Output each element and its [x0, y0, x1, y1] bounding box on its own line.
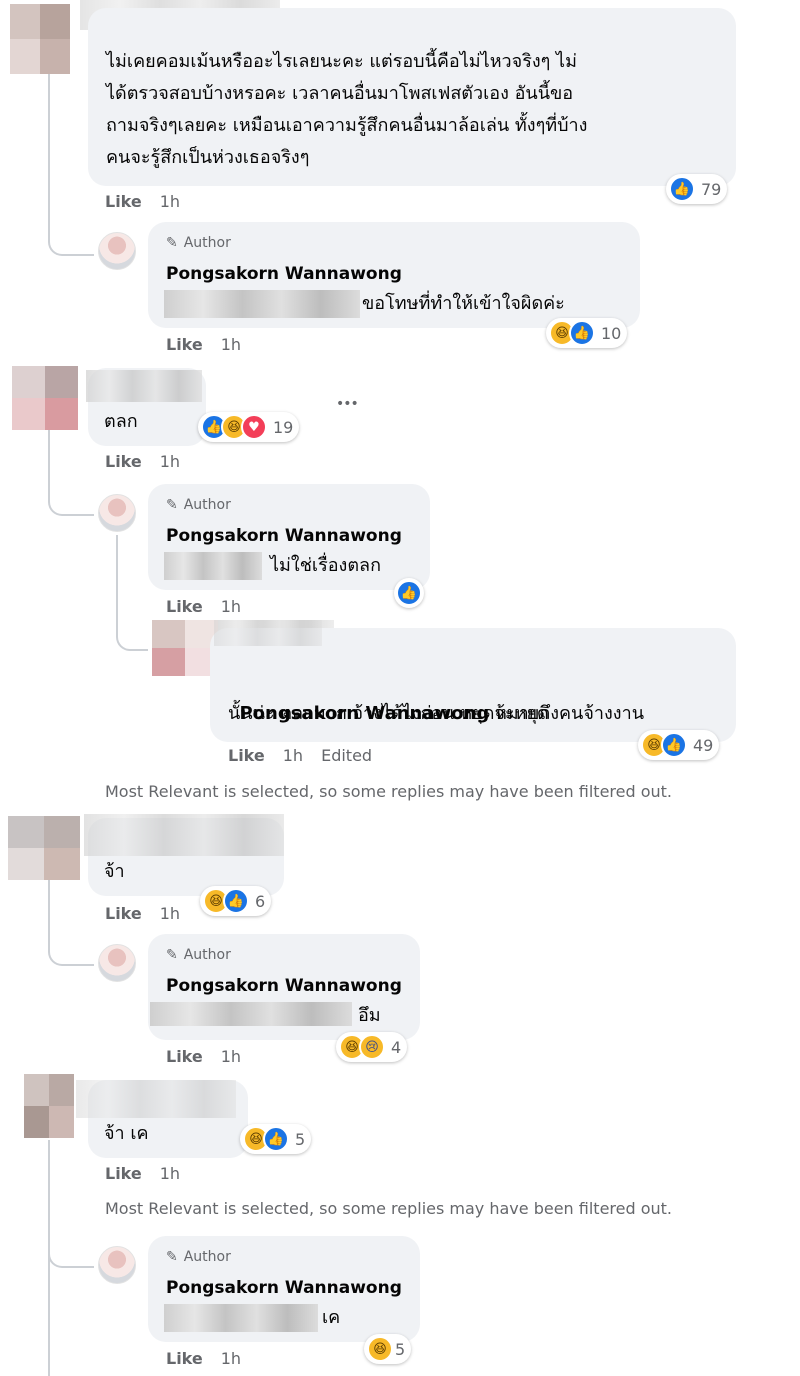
more-options-button[interactable]: ••• — [336, 396, 359, 412]
like-reaction-icon: 👍 — [569, 320, 595, 346]
comment-text: จ้า เค — [104, 1123, 149, 1144]
comment-actions: Like 1h — [166, 1349, 241, 1368]
reaction-summary[interactable]: 😆 5 — [364, 1334, 412, 1364]
pixelated-avatar — [10, 4, 70, 74]
like-button[interactable]: Like — [105, 1164, 142, 1183]
pencil-icon: ✎ — [166, 235, 178, 251]
author-avatar[interactable] — [98, 1246, 136, 1284]
timestamp[interactable]: 1h — [221, 1047, 241, 1066]
author-badge: ✎ Author — [166, 947, 231, 963]
like-button[interactable]: Like — [105, 452, 142, 471]
like-button[interactable]: Like — [105, 192, 142, 211]
reply-text: ขอโทษที่ทำให้เข้าใจผิดค่ะ — [362, 293, 565, 314]
reaction-summary[interactable]: 😆 👍 49 — [638, 730, 720, 760]
blurred-mention — [150, 1002, 352, 1026]
timestamp[interactable]: 1h — [221, 597, 241, 616]
comment-actions: Like 1h — [166, 335, 241, 354]
edited-label: Edited — [321, 746, 373, 765]
like-reaction-icon: 👍 — [263, 1126, 289, 1152]
filter-notice: Most Relevant is selected, so some repli… — [105, 1199, 673, 1218]
comment-actions: Like 1h — [105, 452, 180, 471]
reply-text: เค — [322, 1307, 341, 1328]
author-avatar[interactable] — [98, 944, 136, 982]
timestamp[interactable]: 1h — [221, 1349, 241, 1368]
thread-connector — [116, 535, 148, 651]
like-button[interactable]: Like — [166, 1047, 203, 1066]
like-reaction-icon: 👍 — [223, 888, 249, 914]
commenter-name[interactable]: Pongsakorn Wannawong — [166, 976, 402, 996]
commenter-name[interactable]: Pongsakorn Wannawong — [166, 264, 402, 284]
pixelated-avatar — [152, 620, 218, 676]
blurred-mention — [164, 290, 360, 318]
reaction-summary[interactable]: 😆 👍 6 — [200, 886, 272, 916]
like-reaction-icon: 👍 — [661, 732, 687, 758]
like-button[interactable]: Like — [166, 1349, 203, 1368]
like-button[interactable]: Like — [105, 904, 142, 923]
timestamp[interactable]: 1h — [160, 192, 180, 211]
timestamp[interactable]: 1h — [160, 904, 180, 923]
reaction-summary[interactable]: 👍 79 — [666, 174, 728, 204]
reaction-summary[interactable]: 😆 😢 4 — [336, 1032, 408, 1062]
reaction-summary[interactable]: 👍 — [394, 578, 424, 608]
pixelated-name — [214, 620, 322, 646]
blurred-mention — [164, 552, 262, 580]
thread-connector — [48, 880, 94, 966]
love-reaction-icon: ♥ — [241, 414, 267, 440]
like-reaction-icon: 👍 — [669, 176, 695, 202]
comment-actions: Like 1h — [166, 1047, 241, 1066]
author-badge: ✎ Author — [166, 1249, 231, 1265]
reply-text: ไม่ใช่เรื่องตลก — [270, 555, 381, 576]
reaction-summary[interactable]: 😆 👍 10 — [546, 318, 628, 348]
comment-text: จ้า — [104, 861, 125, 882]
pixelated-name — [84, 814, 284, 856]
author-avatar[interactable] — [98, 232, 136, 270]
thread-connector — [48, 1140, 94, 1268]
reaction-summary[interactable]: 😆 👍 5 — [240, 1124, 312, 1154]
like-button[interactable]: Like — [166, 597, 203, 616]
pixelated-name — [76, 1080, 236, 1118]
timestamp[interactable]: 1h — [160, 452, 180, 471]
author-avatar[interactable] — [98, 494, 136, 532]
comment-text: ตลก — [104, 411, 138, 432]
blurred-mention — [164, 1304, 318, 1332]
pencil-icon: ✎ — [166, 1249, 178, 1265]
like-button[interactable]: Like — [166, 335, 203, 354]
pixelated-name — [86, 370, 202, 402]
timestamp[interactable]: 1h — [221, 335, 241, 354]
comment-text: ไม่เคยคอมเม้นหรืออะไรเลยนะคะ แต่รอบนี้คื… — [106, 51, 588, 168]
pixelated-avatar — [8, 816, 80, 880]
timestamp[interactable]: 1h — [160, 1164, 180, 1183]
like-button[interactable]: Like — [228, 746, 265, 765]
commenter-name[interactable]: Pongsakorn Wannawong — [166, 526, 402, 546]
reaction-summary[interactable]: 👍 😆 ♥ 19 — [198, 412, 300, 442]
filter-notice: Most Relevant is selected, so some repli… — [105, 782, 673, 801]
comment-actions: Like 1h — [105, 904, 180, 923]
pencil-icon: ✎ — [166, 947, 178, 963]
author-badge: ✎ Author — [166, 497, 231, 513]
comment-actions: Like 1h — [105, 192, 180, 211]
haha-reaction-icon: 😆 — [367, 1336, 393, 1362]
reply-text: อึม — [358, 1005, 381, 1026]
comment-actions: Like 1h Edited — [228, 746, 372, 765]
thread-connector — [48, 430, 94, 516]
timestamp[interactable]: 1h — [283, 746, 303, 765]
pixelated-avatar — [12, 366, 78, 430]
comment-actions: Like 1h — [166, 597, 241, 616]
like-reaction-icon: 👍 — [396, 580, 422, 606]
comment-text: นั้นน่ะ ตลกมาก จ้างได้ไงก่อน หยุดจ้ะหยุด — [228, 703, 549, 724]
comment-actions: Like 1h — [105, 1164, 180, 1183]
pixelated-avatar — [24, 1074, 74, 1138]
author-badge: ✎ Author — [166, 235, 231, 251]
pencil-icon: ✎ — [166, 497, 178, 513]
sad-reaction-icon: 😢 — [359, 1034, 385, 1060]
commenter-name[interactable]: Pongsakorn Wannawong — [166, 1278, 402, 1298]
